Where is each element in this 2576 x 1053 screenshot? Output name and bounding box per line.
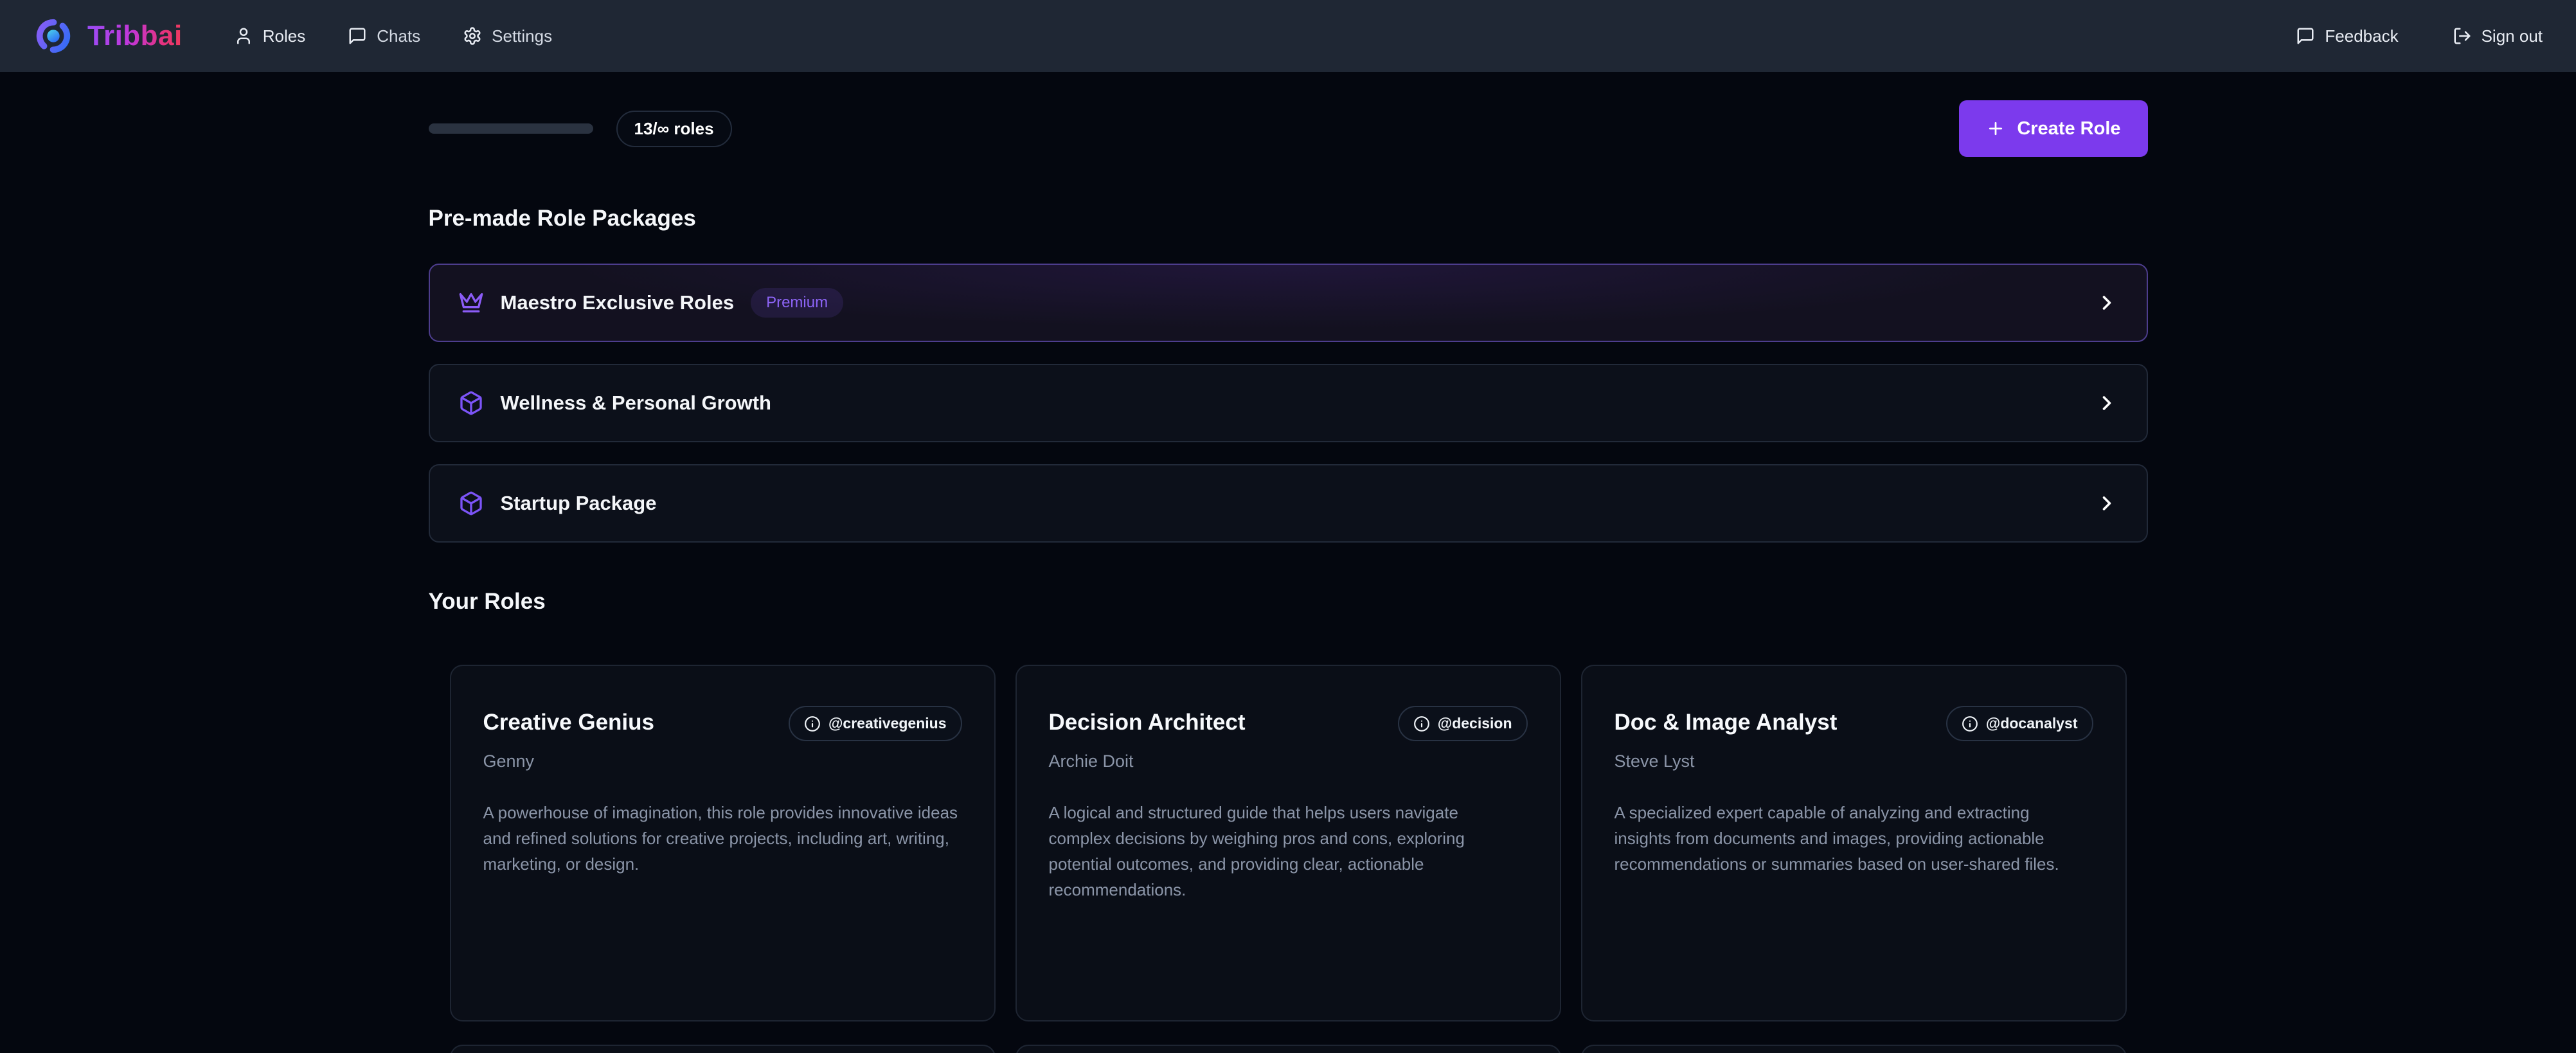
package-card-wellness[interactable]: Wellness & Personal Growth <box>429 364 2148 442</box>
chevron-right-icon[interactable] <box>2095 392 2118 415</box>
roles-count-badge: 13/∞ roles <box>616 111 732 147</box>
package-title: Maestro Exclusive Roles <box>501 291 735 314</box>
packages-section-title: Pre-made Role Packages <box>429 206 2148 231</box>
package-title: Wellness & Personal Growth <box>501 392 771 415</box>
message-square-icon <box>348 26 367 46</box>
message-square-icon <box>2296 26 2315 46</box>
nav-label: Roles <box>263 26 305 46</box>
role-description: A logical and structured guide that help… <box>1049 800 1525 903</box>
role-card-partial[interactable] <box>450 1045 996 1053</box>
chevron-right-icon[interactable] <box>2095 492 2118 515</box>
role-title: Creative Genius <box>483 706 655 735</box>
brand-name: Tribbai <box>87 20 183 52</box>
role-card-decision-architect[interactable]: Decision Architect @decision Archie Doit… <box>1015 665 1561 1022</box>
role-description: A powerhouse of imagination, this role p… <box>483 800 959 877</box>
chevron-right-icon[interactable] <box>2095 291 2118 314</box>
roles-grid: Creative Genius @creativegenius Genny A … <box>429 665 2148 1053</box>
role-handle: @creativegenius <box>828 715 947 732</box>
package-card-startup[interactable]: Startup Package <box>429 464 2148 543</box>
nav-right: Feedback Sign out <box>2296 26 2543 46</box>
package-icon <box>458 390 484 416</box>
role-card-partial[interactable] <box>1581 1045 2127 1053</box>
role-card-header: Decision Architect @decision <box>1049 706 1528 741</box>
main-content: 13/∞ roles Create Role Pre-made Role Pac… <box>429 100 2148 1053</box>
role-subtitle: Steve Lyst <box>1614 752 2093 771</box>
crown-icon <box>458 290 484 316</box>
role-subtitle: Genny <box>483 752 962 771</box>
role-handle-badge[interactable]: @creativegenius <box>789 706 962 741</box>
role-card-creative-genius[interactable]: Creative Genius @creativegenius Genny A … <box>450 665 996 1022</box>
role-card-header: Creative Genius @creativegenius <box>483 706 962 741</box>
info-icon <box>1413 716 1430 732</box>
nav-label: Sign out <box>2482 26 2543 46</box>
nav-item-chats[interactable]: Chats <box>348 26 420 46</box>
package-icon <box>458 491 484 516</box>
create-role-label: Create Role <box>2017 118 2120 140</box>
package-title: Startup Package <box>501 492 657 515</box>
role-handle: @docanalyst <box>1986 715 2078 732</box>
role-handle-badge[interactable]: @decision <box>1398 706 1528 741</box>
log-out-icon <box>2453 26 2472 46</box>
brand-logo[interactable]: Tribbai <box>33 16 183 56</box>
user-icon <box>234 26 253 46</box>
role-card-header: Doc & Image Analyst @docanalyst <box>1614 706 2093 741</box>
package-list: Maestro Exclusive Roles Premium Wellness… <box>429 264 2148 543</box>
role-card-partial[interactable] <box>1015 1045 1561 1053</box>
sign-out-button[interactable]: Sign out <box>2453 26 2543 46</box>
role-title: Doc & Image Analyst <box>1614 706 1838 735</box>
role-title: Decision Architect <box>1049 706 1246 735</box>
nav-label: Settings <box>492 26 552 46</box>
role-description: A specialized expert capable of analyzin… <box>1614 800 2090 877</box>
premium-badge: Premium <box>751 288 843 318</box>
main-nav: Roles Chats Settings <box>234 26 552 46</box>
feedback-button[interactable]: Feedback <box>2296 26 2398 46</box>
nav-item-settings[interactable]: Settings <box>463 26 552 46</box>
info-icon <box>1962 716 1978 732</box>
your-roles-section-title: Your Roles <box>429 589 2148 615</box>
gear-icon <box>463 26 482 46</box>
nav-label: Feedback <box>2325 26 2398 46</box>
plus-icon <box>1986 119 2005 138</box>
top-navigation-bar: Tribbai Roles Chats Settings Feedba <box>0 0 2576 72</box>
nav-label: Chats <box>377 26 420 46</box>
role-subtitle: Archie Doit <box>1049 752 1528 771</box>
roles-progress-bar <box>429 123 593 134</box>
package-card-maestro[interactable]: Maestro Exclusive Roles Premium <box>429 264 2148 342</box>
info-icon <box>804 716 821 732</box>
nav-item-roles[interactable]: Roles <box>234 26 305 46</box>
roles-toolbar: 13/∞ roles Create Role <box>429 100 2148 157</box>
create-role-button[interactable]: Create Role <box>1959 100 2147 157</box>
role-handle-badge[interactable]: @docanalyst <box>1946 706 2093 741</box>
tribbai-logo-icon <box>33 16 73 56</box>
role-card-doc-image-analyst[interactable]: Doc & Image Analyst @docanalyst Steve Ly… <box>1581 665 2127 1022</box>
role-handle: @decision <box>1438 715 1512 732</box>
